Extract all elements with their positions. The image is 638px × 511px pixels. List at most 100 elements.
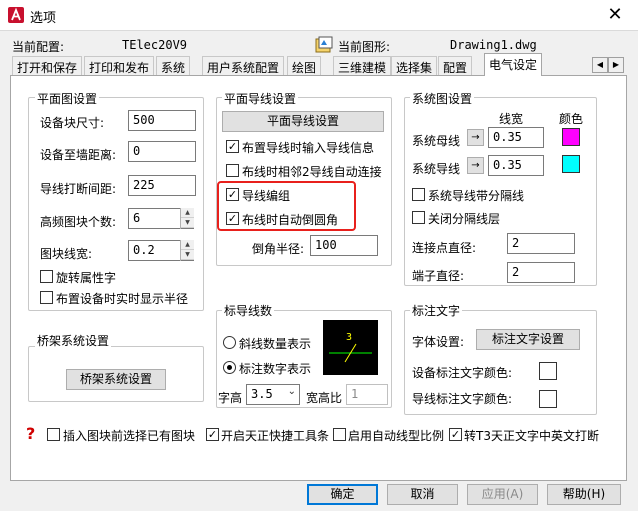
t3-text-break-label: 转T3天正文字中英文打断 bbox=[464, 429, 599, 443]
rotate-attr-label: 旋转属性字 bbox=[56, 271, 117, 285]
hf-block-count-spinner[interactable]: ▲ ▼ bbox=[180, 208, 194, 229]
font-setting-label: 字体设置: bbox=[412, 335, 465, 349]
tab-profiles[interactable]: 配置 bbox=[438, 56, 473, 76]
chevron-down-icon[interactable]: ⌄ bbox=[288, 386, 296, 397]
title-bar bbox=[0, 0, 638, 30]
junction-dia-label: 连接点直径: bbox=[412, 241, 477, 255]
cancel-button[interactable]: 取消 bbox=[387, 484, 458, 505]
bus-arrow-icon[interactable]: → bbox=[467, 129, 484, 146]
input-wire-info-checkbox[interactable]: ✓ bbox=[226, 140, 239, 153]
bridge-settings-button[interactable]: 桥架系统设置 bbox=[66, 369, 166, 390]
oblique-radio[interactable] bbox=[223, 336, 236, 349]
bus-color-swatch[interactable] bbox=[562, 128, 580, 146]
current-profile-value: TElec20V9 bbox=[122, 38, 188, 52]
tab-scroll-right-icon[interactable]: ▶ bbox=[608, 57, 624, 73]
bus-label: 系统母线 bbox=[412, 134, 461, 148]
font-setting-button[interactable]: 标注文字设置 bbox=[476, 329, 580, 350]
help-button[interactable]: 帮助(H) bbox=[547, 484, 621, 505]
apply-button[interactable]: 应用(A) bbox=[467, 484, 538, 505]
preview-number-icon bbox=[329, 343, 372, 363]
device-wall-distance-input[interactable]: 0 bbox=[128, 141, 196, 162]
spin-up-icon[interactable]: ▲ bbox=[181, 240, 194, 250]
radio-dot bbox=[227, 365, 232, 370]
tab-drafting[interactable]: 绘图 bbox=[287, 56, 322, 76]
wire-color-label: 导线标注文字颜色: bbox=[412, 392, 513, 406]
bus-width-input[interactable]: 0.35 bbox=[488, 127, 544, 148]
autocad-app-icon bbox=[8, 7, 24, 23]
block-linewidth-label: 图块线宽: bbox=[40, 247, 93, 261]
window-title: 选项 bbox=[30, 11, 57, 26]
tab-user-preferences[interactable]: 用户系统配置 bbox=[202, 56, 285, 76]
annotation-title: 标注文字 bbox=[410, 302, 463, 319]
current-profile-label: 当前配置: bbox=[12, 40, 65, 54]
current-drawing-label: 当前图形: bbox=[338, 40, 391, 54]
terminal-dia-input[interactable]: 2 bbox=[507, 262, 575, 283]
terminal-dia-label: 端子直径: bbox=[412, 269, 465, 283]
wire-width-input[interactable]: 0.35 bbox=[488, 155, 544, 176]
fillet-radius-label: 倒角半径: bbox=[252, 242, 305, 256]
rotate-attr-checkbox[interactable] bbox=[40, 270, 53, 283]
font-height-combo[interactable]: 3.5 ⌄ bbox=[246, 384, 300, 405]
close-layer-label: 关闭分隔线层 bbox=[428, 212, 501, 226]
preview-number: 3 bbox=[346, 332, 353, 343]
aspect-label: 宽高比 bbox=[306, 391, 343, 405]
number-radio[interactable] bbox=[223, 361, 236, 374]
aspect-input[interactable]: 1 bbox=[346, 384, 388, 405]
block-linewidth-spinner[interactable]: ▲ ▼ bbox=[180, 240, 194, 261]
select-existing-block-label: 插入图块前选择已有图块 bbox=[63, 429, 196, 443]
quick-toolbar-checkbox[interactable]: ✓ bbox=[206, 428, 219, 441]
device-color-swatch[interactable] bbox=[539, 362, 557, 380]
font-height-value: 3.5 bbox=[251, 387, 273, 401]
tab-open-save[interactable]: 打开和保存 bbox=[12, 56, 83, 76]
t3-text-break-checkbox[interactable]: ✓ bbox=[449, 428, 462, 441]
linewidth-header: 线宽 bbox=[499, 112, 524, 126]
wire-break-gap-label: 导线打断间距: bbox=[40, 182, 117, 196]
wire-color-swatch[interactable] bbox=[562, 155, 580, 173]
number-label: 标注数字表示 bbox=[239, 362, 312, 376]
system-settings-title: 系统图设置 bbox=[410, 90, 475, 107]
spin-down-icon[interactable]: ▼ bbox=[181, 250, 194, 260]
close-icon[interactable]: ✕ bbox=[600, 3, 630, 27]
device-wall-distance-label: 设备至墙距离: bbox=[40, 148, 117, 162]
tab-scroll-left-icon[interactable]: ◀ bbox=[592, 57, 608, 73]
current-drawing-value: Drawing1.dwg bbox=[450, 38, 537, 52]
tab-3d-modeling[interactable]: 三维建模 bbox=[333, 56, 392, 76]
auto-connect-label: 布线时相邻2导线自动连接 bbox=[242, 165, 382, 179]
input-wire-info-label: 布置导线时输入导线信息 bbox=[242, 141, 375, 155]
show-radius-label: 布置设备时实时显示半径 bbox=[56, 292, 189, 306]
highlight-box bbox=[217, 181, 356, 231]
wire-arrow-icon[interactable]: → bbox=[467, 157, 484, 174]
device-block-size-label: 设备块尺寸: bbox=[40, 116, 105, 130]
wire-label: 系统导线 bbox=[412, 162, 461, 176]
wire-settings-button[interactable]: 平面导线设置 bbox=[222, 111, 384, 132]
title-divider bbox=[0, 30, 638, 31]
auto-linetype-checkbox[interactable] bbox=[333, 428, 346, 441]
plan-settings-title: 平面图设置 bbox=[35, 90, 100, 107]
spin-up-icon[interactable]: ▲ bbox=[181, 208, 194, 218]
select-existing-block-checkbox[interactable] bbox=[47, 428, 60, 441]
tab-plot-publish[interactable]: 打印和发布 bbox=[84, 56, 155, 76]
auto-linetype-label: 启用自动线型比例 bbox=[348, 429, 445, 443]
show-radius-checkbox[interactable] bbox=[40, 291, 53, 304]
help-icon[interactable]: ? bbox=[26, 424, 35, 443]
junction-dia-input[interactable]: 2 bbox=[507, 233, 575, 254]
separator-checkbox[interactable] bbox=[412, 188, 425, 201]
tab-system[interactable]: 系统 bbox=[156, 56, 191, 76]
wire-break-gap-input[interactable]: 225 bbox=[128, 175, 196, 196]
hf-block-count-label: 高频图块个数: bbox=[40, 215, 117, 229]
device-block-size-input[interactable]: 500 bbox=[128, 110, 196, 131]
fillet-radius-input[interactable]: 100 bbox=[310, 235, 378, 256]
tab-electrical-settings[interactable]: 电气设定 bbox=[484, 53, 543, 76]
device-color-label: 设备标注文字颜色: bbox=[412, 366, 513, 380]
tab-selection[interactable]: 选择集 bbox=[391, 56, 438, 76]
wire-settings-title: 平面导线设置 bbox=[222, 90, 299, 107]
spin-down-icon[interactable]: ▼ bbox=[181, 218, 194, 228]
close-layer-checkbox[interactable] bbox=[412, 211, 425, 224]
wire-text-color-swatch[interactable] bbox=[539, 390, 557, 408]
auto-connect-checkbox[interactable] bbox=[226, 164, 239, 177]
ok-button[interactable]: 确定 bbox=[307, 484, 378, 505]
wire-count-title: 标导线数 bbox=[222, 302, 275, 319]
font-height-label: 字高 bbox=[218, 391, 243, 405]
quick-toolbar-label: 开启天正快捷工具条 bbox=[221, 429, 330, 443]
color-header: 颜色 bbox=[559, 112, 584, 126]
